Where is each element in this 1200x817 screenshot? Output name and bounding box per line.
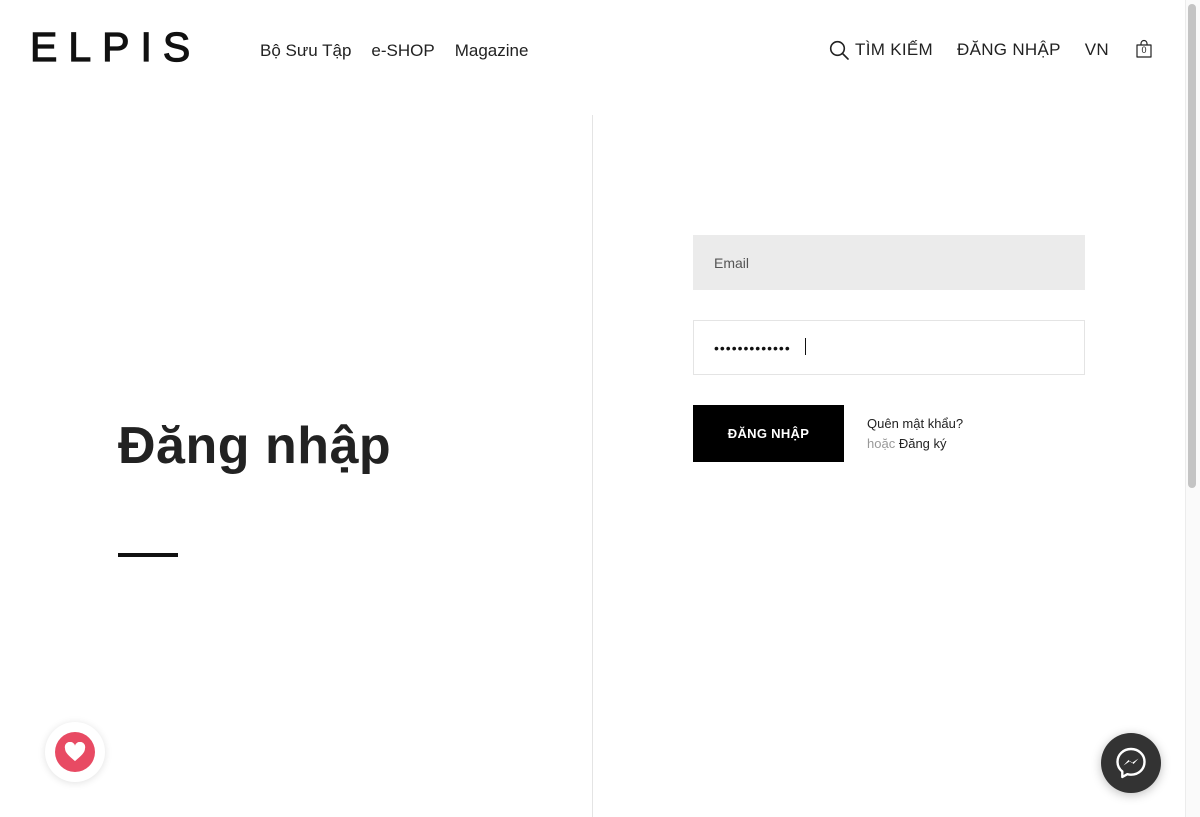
wishlist-button[interactable] (45, 722, 105, 782)
wishlist-badge (55, 732, 95, 772)
forgot-password-link[interactable]: Quên mật khẩu? (867, 414, 963, 434)
scrollbar-thumb[interactable] (1188, 4, 1196, 488)
login-link[interactable]: ĐĂNG NHẬP (957, 39, 1061, 61)
cart-count: 0 (1141, 45, 1147, 55)
nav-link-magazine[interactable]: Magazine (455, 40, 529, 62)
cart-button[interactable]: 0 (1134, 39, 1156, 61)
search-button[interactable]: TÌM KIẾM (829, 39, 933, 61)
login-page: ELPIS Bộ Sưu Tập e-SHOP Magazine TÌM KIẾ… (0, 0, 1200, 817)
search-icon (829, 40, 849, 60)
email-field[interactable] (693, 235, 1085, 290)
logo[interactable]: ELPIS (29, 25, 201, 68)
search-label: TÌM KIẾM (855, 40, 933, 59)
utility-nav: TÌM KIẾM ĐĂNG NHẬP VN 0 (829, 39, 1156, 61)
language-switch[interactable]: VN (1085, 39, 1109, 61)
messenger-icon (1116, 747, 1146, 779)
column-divider (592, 115, 593, 817)
register-link[interactable]: Đăng ký (899, 436, 947, 451)
nav-link-eshop[interactable]: e-SHOP (371, 40, 434, 62)
password-field[interactable] (693, 320, 1085, 375)
text-caret (805, 338, 806, 355)
page-title: Đăng nhập (118, 417, 392, 475)
messenger-chat-button[interactable] (1101, 733, 1161, 793)
title-underline (118, 553, 178, 557)
login-submit-button[interactable]: ĐĂNG NHẬP (693, 405, 844, 462)
auxiliary-links: Quên mật khẩu? hoặc Đăng ký (867, 414, 963, 454)
or-text: hoặc (867, 436, 896, 451)
main-nav: Bộ Sưu Tập e-SHOP Magazine (260, 40, 528, 62)
nav-link-collections[interactable]: Bộ Sưu Tập (260, 40, 351, 62)
heart-icon (64, 742, 86, 762)
